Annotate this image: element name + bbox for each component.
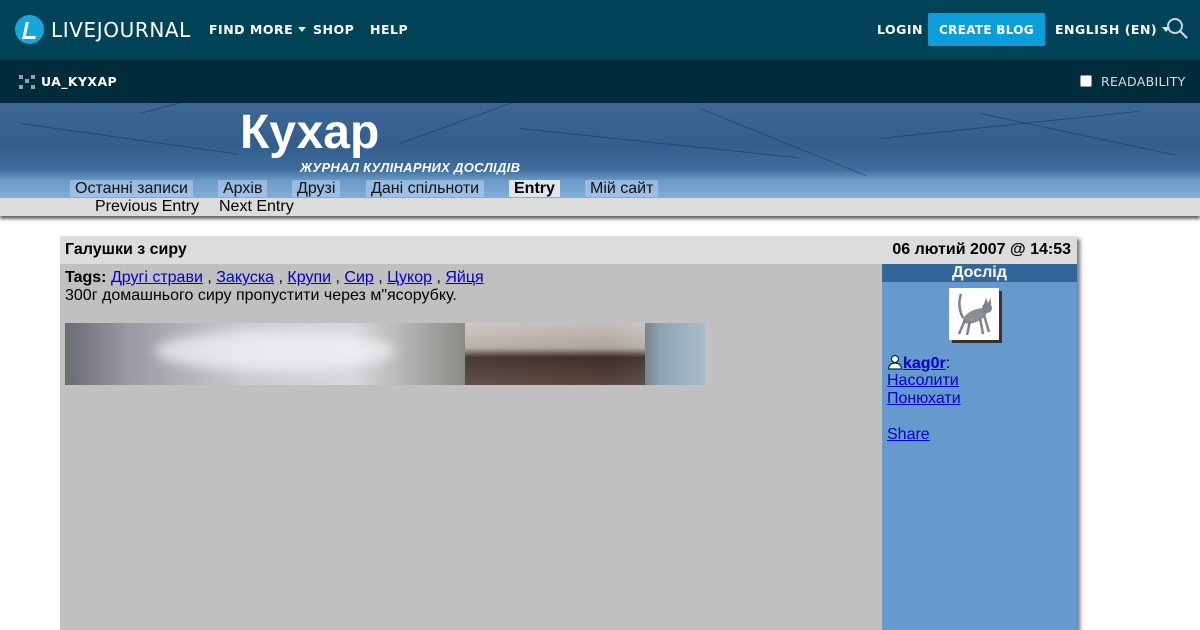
caret-down-icon	[298, 27, 307, 32]
tag-link[interactable]: Другі страви	[111, 269, 203, 286]
journal-username[interactable]: UA_KYXAP	[41, 74, 117, 89]
userpic[interactable]	[949, 288, 999, 340]
tag-separator: ,	[278, 269, 283, 286]
tag-link[interactable]: Яйця	[445, 269, 483, 286]
community-icon	[19, 75, 35, 89]
journal-title: Кухар	[240, 106, 380, 159]
entry-header: Галушки з сиру 06 лютий 2007 @ 14:53	[60, 236, 1077, 264]
journal-subtitle: ЖУРНАЛ КУЛІНАРНИХ ДОСЛІДІВ	[300, 160, 521, 175]
readability-checkbox[interactable]	[1080, 75, 1092, 87]
tag-separator: ,	[436, 269, 441, 286]
tag-separator: ,	[335, 269, 340, 286]
tag-link[interactable]: Крупи	[287, 269, 331, 286]
cat-userpic-icon	[957, 293, 992, 336]
tag-link[interactable]: Цукор	[387, 269, 432, 286]
tab-friends[interactable]: Друзі	[292, 180, 341, 197]
sidebar-heading: Дослід	[882, 264, 1077, 282]
header-texture-line	[879, 110, 1139, 139]
livejournal-logo[interactable]: LIVEJOURNAL	[15, 15, 191, 44]
logo-text: LIVEJOURNAL	[51, 17, 191, 42]
tab-entry[interactable]: Entry	[509, 180, 560, 197]
photo-detail	[155, 331, 395, 371]
share-link[interactable]: Share	[887, 426, 930, 444]
tab-recent-entries[interactable]: Останні записи	[70, 180, 193, 197]
header-texture-line	[19, 123, 238, 155]
readability-label[interactable]: READABILITY	[1101, 74, 1186, 89]
create-blog-button[interactable]: CREATE BLOG	[928, 13, 1045, 46]
language-selector[interactable]: ENGLISH (EN)	[1055, 22, 1171, 37]
author-link[interactable]: kag0r	[903, 355, 946, 372]
tab-archive[interactable]: Архів	[218, 180, 268, 197]
entry-body: Tags: Другі страви , Закуска , Крупи , С…	[60, 264, 882, 630]
header-texture-line	[979, 113, 1176, 156]
header-texture-line	[399, 103, 542, 144]
entry-sidebar: Дослід kag0r: Насолити Понюхати Share	[882, 264, 1077, 630]
tags-label: Tags:	[65, 269, 107, 286]
author-suffix: :	[945, 355, 951, 372]
entry-photo	[65, 323, 705, 385]
entry-date: 06 лютий 2007 @ 14:53	[892, 241, 1071, 258]
journal-entry: Галушки з сиру 06 лютий 2007 @ 14:53 Tag…	[60, 236, 1077, 630]
photo-detail	[465, 323, 645, 385]
previous-entry-link[interactable]: Previous Entry	[95, 198, 199, 216]
tag-link[interactable]: Сир	[344, 269, 373, 286]
find-more-menu[interactable]: FIND MORE	[209, 22, 307, 37]
tag-separator: ,	[207, 269, 212, 286]
track-link[interactable]: Понюхати	[887, 390, 961, 408]
next-entry-link[interactable]: Next Entry	[219, 198, 294, 216]
entry-text: 300г домашнього сиру пропустити через м"…	[65, 287, 457, 304]
help-link[interactable]: HELP	[370, 22, 408, 37]
find-more-label: FIND MORE	[209, 22, 294, 37]
search-icon[interactable]	[1166, 17, 1188, 39]
post-comment-link[interactable]: Насолити	[887, 372, 959, 390]
tag-link[interactable]: Закуска	[216, 269, 274, 286]
tab-community-info[interactable]: Дані спільноти	[366, 180, 485, 197]
header-texture-line	[519, 128, 799, 159]
entry-subject: Галушки з сиру	[65, 241, 187, 258]
user-icon[interactable]	[887, 354, 903, 370]
livejournal-logo-icon	[15, 15, 44, 44]
entry-author: kag0r:	[887, 354, 950, 373]
language-label: ENGLISH (EN)	[1055, 22, 1158, 37]
tag-separator: ,	[378, 269, 383, 286]
login-link[interactable]: LOGIN	[877, 22, 923, 37]
journal-bar	[0, 60, 1200, 103]
shop-link[interactable]: SHOP	[313, 22, 354, 37]
header-texture-line	[699, 108, 868, 177]
entry-tags: Tags: Другі страви , Закуска , Крупи , С…	[65, 269, 484, 287]
tab-my-site[interactable]: Мій сайт	[585, 180, 659, 197]
